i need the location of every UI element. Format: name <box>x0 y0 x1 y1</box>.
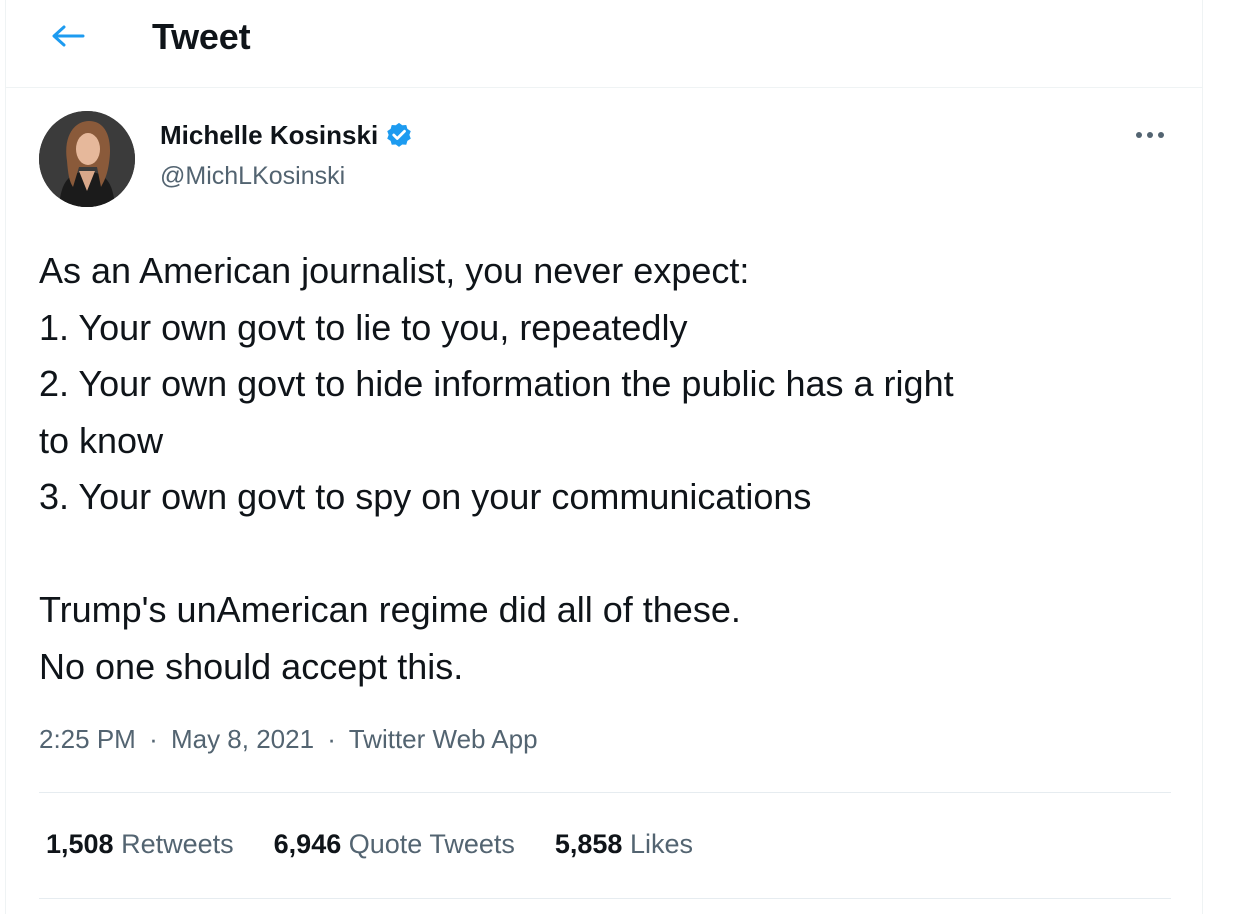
tweet-line: 1. Your own govt to lie to you, repeated… <box>39 306 688 348</box>
author-handle[interactable]: @MichLKosinski <box>160 162 345 191</box>
tweet-line: 3. Your own govt to spy on your communic… <box>39 476 812 517</box>
author-name[interactable]: Michelle Kosinski <box>160 120 414 151</box>
top-bar: Tweet <box>6 0 1202 88</box>
tweet-line: As an American journalist, you never exp… <box>39 250 750 291</box>
tweet-text: As an American journalist, you never exp… <box>39 243 1179 695</box>
tweet-source[interactable]: Twitter Web App <box>349 724 538 754</box>
likes-count: 5,858 <box>554 829 623 859</box>
tweet-date[interactable]: May 8, 2021 <box>171 724 314 754</box>
retweets-count: 1,508 <box>46 829 114 859</box>
retweets-label: Retweets <box>121 829 234 859</box>
tweet-detail-column: Tweet Michelle Kosinski @MichLKosinski A… <box>5 0 1203 914</box>
page-title: Tweet <box>152 16 251 57</box>
tweet-line: No one should accept this. <box>39 645 464 687</box>
quote-tweets-label: Quote Tweets <box>348 829 515 859</box>
tweet-line <box>39 526 1179 583</box>
meta-separator: · <box>327 724 336 754</box>
quote-tweets-count: 6,946 <box>273 829 342 859</box>
tweet-line: Trump's unAmerican regime did all of the… <box>39 589 741 630</box>
tweet-line: 2. Your own govt to hide information the… <box>39 363 954 404</box>
meta-separator: · <box>149 724 158 754</box>
divider <box>39 898 1171 899</box>
likes-stat[interactable]: 5,858 Likes <box>555 829 693 860</box>
retweets-stat[interactable]: 1,508 Retweets <box>46 829 234 860</box>
author-name-text: Michelle Kosinski <box>160 120 379 150</box>
tweet-line: to know <box>39 419 164 461</box>
tweet-stats: 1,508 Retweets 6,946 Quote Tweets 5,858 … <box>46 829 733 860</box>
more-horizontal-icon <box>1135 126 1165 144</box>
back-button[interactable] <box>46 18 90 58</box>
tweet-meta: 2:25 PM · May 8, 2021 · Twitter Web App <box>39 724 538 755</box>
more-button[interactable] <box>1128 120 1172 150</box>
divider <box>39 792 1171 793</box>
verified-badge-icon <box>384 121 414 151</box>
tweet-time[interactable]: 2:25 PM <box>39 724 136 754</box>
avatar[interactable] <box>39 111 135 207</box>
likes-label: Likes <box>629 829 693 859</box>
quote-tweets-stat[interactable]: 6,946 Quote Tweets <box>274 829 515 860</box>
arrow-left-icon <box>51 24 85 53</box>
